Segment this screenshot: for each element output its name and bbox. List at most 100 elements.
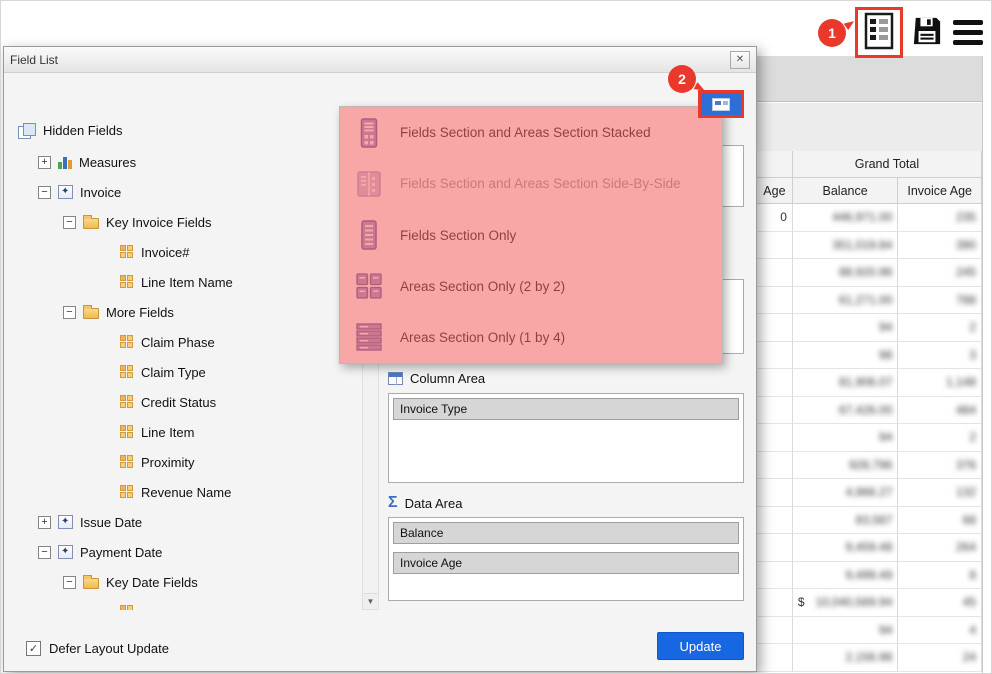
folder-icon — [83, 578, 99, 589]
table-row: 983 — [757, 342, 982, 370]
annotation-step-1: 1 — [818, 19, 846, 47]
fields-tree: +Measures −Invoice −Key Invoice Fields I… — [14, 147, 360, 610]
tree-item-partial — [14, 597, 360, 610]
menu-item-areas-2x2[interactable]: Areas Section Only (2 by 2) — [340, 261, 722, 312]
table-row: 942 — [757, 424, 982, 452]
menu-item-side-by-side: Fields Section and Areas Section Side-By… — [340, 158, 722, 209]
table-row: 88,920.96245 — [757, 259, 982, 287]
layout-fields-only-icon — [356, 220, 382, 250]
menu-item-stacked[interactable]: Fields Section and Areas Section Stacked — [340, 107, 722, 158]
expander-icon[interactable]: − — [38, 186, 51, 199]
hamburger-icon — [951, 18, 985, 47]
area-field-invoice-type[interactable]: Invoice Type — [393, 398, 739, 420]
tree-item[interactable]: Invoice# — [14, 237, 360, 267]
table-row: 83,58768 — [757, 507, 982, 535]
table-row: 944 — [757, 617, 982, 645]
grand-total-header: Grand Total — [793, 151, 982, 178]
data-area-box: Balance Invoice Age — [388, 517, 744, 601]
update-button[interactable]: Update — [657, 632, 744, 660]
tree-item[interactable]: Line Item — [14, 417, 360, 447]
invoice-age-column-header: Invoice Age — [898, 178, 982, 204]
field-icon — [120, 485, 134, 499]
dimension-icon — [58, 185, 73, 199]
dialog-title: Field List — [10, 53, 58, 67]
layout-options-button[interactable] — [698, 90, 744, 118]
table-row: 0446,971.00235 — [757, 204, 982, 232]
table-row: $10,040,569.9445 — [757, 589, 982, 617]
column-header-row: Age Balance Invoice Age — [757, 178, 982, 204]
table-row: 61,271.00788 — [757, 287, 982, 315]
field-icon — [120, 275, 134, 289]
table-row: 81,906.071,148 — [757, 369, 982, 397]
tree-item[interactable]: Line Item Name — [14, 267, 360, 297]
table-row: 2,156.9824 — [757, 644, 982, 672]
tree-item[interactable]: −Invoice — [14, 177, 360, 207]
field-list-dialog: Field List ✕ Hidden Fields +Measures −In… — [3, 46, 757, 672]
defer-layout-checkbox[interactable]: ✓ — [26, 641, 41, 656]
tree-item[interactable]: Claim Type — [14, 357, 360, 387]
expander-icon[interactable]: − — [63, 576, 76, 589]
table-row: 351,019.84390 — [757, 232, 982, 260]
field-icon — [120, 605, 134, 610]
tree-item[interactable]: −Key Date Fields — [14, 567, 360, 597]
tree-item[interactable]: +Measures — [14, 147, 360, 177]
area-field-balance[interactable]: Balance — [393, 522, 739, 544]
table-row: 928,796376 — [757, 452, 982, 480]
field-icon — [120, 395, 134, 409]
scroll-down-button[interactable]: ▼ — [363, 593, 378, 609]
layout-1x4-icon — [356, 323, 382, 351]
tree-item[interactable]: Revenue Name — [14, 477, 360, 507]
area-field-invoice-age[interactable]: Invoice Age — [393, 552, 739, 574]
background-panel — [757, 103, 982, 151]
tree-item[interactable]: Credit Status — [14, 387, 360, 417]
defer-layout-update: ✓ Defer Layout Update — [26, 641, 169, 656]
grand-total-header-row: Grand Total — [757, 151, 982, 178]
layout-options-icon — [712, 98, 730, 111]
currency-prefix: $ — [798, 595, 805, 609]
dimension-icon — [58, 515, 73, 529]
field-icon — [120, 365, 134, 379]
table-row: 4,966.27132 — [757, 479, 982, 507]
column-area-header: Column Area — [388, 371, 485, 386]
table-row: 942 — [757, 314, 982, 342]
expander-icon[interactable]: − — [63, 216, 76, 229]
layout-options-menu: Fields Section and Areas Section Stacked… — [339, 106, 723, 364]
layout-2x2-icon — [356, 273, 382, 299]
column-area-box: Invoice Type — [388, 393, 744, 483]
field-list-button[interactable] — [864, 12, 894, 53]
app-toolbar: 1 — [818, 7, 985, 58]
balance-column-header: Balance — [793, 178, 899, 204]
save-icon — [912, 16, 942, 49]
column-area-icon — [388, 372, 403, 385]
age-column-header: Age — [757, 178, 793, 204]
field-icon — [120, 245, 134, 259]
background-window-band — [757, 56, 982, 102]
field-list-icon — [864, 12, 894, 53]
hidden-fields-header: Hidden Fields — [18, 123, 123, 138]
close-button[interactable]: ✕ — [730, 51, 750, 69]
tree-item[interactable]: −Payment Date — [14, 537, 360, 567]
layout-side-by-side-icon — [356, 169, 382, 199]
field-icon — [120, 455, 134, 469]
expander-icon[interactable]: + — [38, 516, 51, 529]
field-icon — [120, 425, 134, 439]
layout-stacked-icon — [356, 118, 382, 148]
tree-item[interactable]: Claim Phase — [14, 327, 360, 357]
data-area-header: Σ Data Area — [388, 495, 462, 511]
tree-item[interactable]: −Key Invoice Fields — [14, 207, 360, 237]
tree-item[interactable]: −More Fields — [14, 297, 360, 327]
table-row: 67,426.00484 — [757, 397, 982, 425]
expander-icon[interactable]: − — [63, 306, 76, 319]
save-button[interactable] — [912, 16, 942, 49]
dialog-titlebar[interactable]: Field List ✕ — [4, 47, 756, 73]
tree-item[interactable]: Proximity — [14, 447, 360, 477]
menu-item-areas-1x4[interactable]: Areas Section Only (1 by 4) — [340, 312, 722, 363]
menu-item-fields-only[interactable]: Fields Section Only — [340, 209, 722, 260]
expander-icon[interactable]: − — [38, 546, 51, 559]
annotation-step-2: 2 — [668, 65, 696, 93]
menu-button[interactable] — [951, 18, 985, 47]
expander-icon[interactable]: + — [38, 156, 51, 169]
background-pivot-grid: Grand Total Age Balance Invoice Age 0446… — [757, 56, 983, 674]
table-row: 9,459.48264 — [757, 534, 982, 562]
tree-item[interactable]: +Issue Date — [14, 507, 360, 537]
